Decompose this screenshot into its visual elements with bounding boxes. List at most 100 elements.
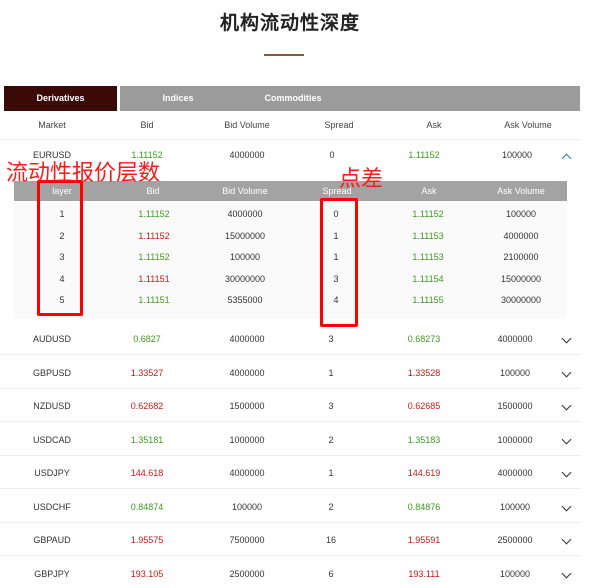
ask-volume-value: 100000 [499,568,531,579]
ask-volume-value: 2500000 [497,535,533,545]
ask-volume-value: 100000 [499,501,531,512]
market-name: USDJPY [34,468,70,478]
bid-volume-value: 1500000 [229,401,265,411]
bid-volume-value: 4000000 [229,367,265,378]
market-name: NZDUSD [33,401,71,411]
depth-col-ask: Ask [421,186,437,196]
ask-value: 144.619 [407,468,441,478]
depth-bid-volume: 4000000 [227,209,263,219]
chevron-down-icon[interactable] [561,467,572,478]
col-header-market: Market [38,120,66,130]
tab-indices[interactable]: Indices [120,86,236,111]
market-name: USDCHF [33,501,71,512]
depth-ask: 1.11154 [412,273,444,284]
col-header-bid: Bid [140,120,154,130]
depth-ask: 1.11153 [412,230,444,241]
spread-annotation-box [320,198,358,327]
ask-volume-value: 100000 [501,150,533,160]
spread-value: 16 [325,535,336,545]
chevron-down-icon[interactable] [561,400,572,411]
spread-value: 3 [328,334,334,344]
ask-value: 1.35183 [407,434,441,445]
market-name: GBPAUD [33,535,71,545]
bid-value: 144.618 [130,468,164,478]
depth-bid-volume: 15000000 [224,230,266,241]
spread-value: 0 [329,150,335,160]
ask-value: 0.84876 [407,501,441,512]
ask-value: 0.68273 [407,334,441,344]
layer-annotation-box [37,180,83,316]
bid-volume-value: 2500000 [229,568,265,579]
market-name: GBPUSD [32,367,71,378]
depth-bid: 1.11152 [138,230,170,241]
col-header-spread: Spread [324,120,354,130]
page-title: 机构流动性深度 [219,13,360,34]
tab-bar: Derivatives Indices Commodities [4,86,580,111]
spread-value: 2 [328,501,334,512]
chevron-down-icon[interactable] [561,434,572,444]
spread-value: 3 [328,401,334,411]
row-divider [0,354,580,355]
chevron-down-icon[interactable] [561,534,572,545]
row-divider [0,555,580,556]
bid-value: 193.105 [130,568,164,579]
depth-ask-volume: 100000 [505,209,537,219]
tab-commodities[interactable]: Commodities [235,86,351,111]
spread-value: 2 [328,434,334,445]
row-divider [0,488,580,489]
ask-volume-value: 1000000 [497,434,533,445]
bid-volume-value: 1000000 [229,434,265,445]
layer-annotation-label: 流动性报价层数 [6,161,161,186]
bid-value: 1.33527 [130,367,164,378]
bid-value: 0.6827 [133,334,161,344]
depth-col-bid-volume: Bid Volume [222,186,268,196]
bid-volume-value: 100000 [231,501,263,512]
ask-volume-value: 1500000 [497,401,533,411]
title-underline [264,54,304,56]
tab-derivatives[interactable]: Derivatives [4,86,117,111]
ask-volume-value: 4000000 [497,334,533,344]
depth-ask-volume: 4000000 [503,230,539,241]
depth-ask: 1.11152 [412,209,444,219]
chevron-down-icon[interactable] [561,568,572,578]
col-header-ask-volume: Ask Volume [504,120,552,130]
row-divider [0,387,580,389]
market-name: AUDUSD [32,334,71,344]
depth-col-ask-volume: Ask Volume [497,186,545,196]
header-divider [0,139,580,140]
depth-ask-volume: 30000000 [500,295,542,305]
ask-value: 193.111 [408,568,440,579]
ask-volume-value: 4000000 [497,468,533,478]
bid-volume-value: 4000000 [229,150,265,160]
bid-value: 0.84874 [130,501,164,512]
chevron-up-icon[interactable] [561,153,572,164]
bid-volume-value: 4000000 [229,334,265,344]
depth-bid: 1.11151 [138,295,170,305]
depth-bid-volume: 30000000 [224,273,266,284]
row-divider [0,521,580,523]
row-divider [0,454,580,456]
depth-bid-volume: 5355000 [227,295,263,305]
spread-value: 1 [328,367,334,378]
chevron-down-icon[interactable] [561,333,572,344]
ask-value: 0.62685 [407,401,441,411]
bid-value: 1.35181 [130,434,164,445]
market-name: GBPJPY [34,568,70,579]
bid-volume-value: 7500000 [229,535,265,545]
bid-value: 0.62682 [130,401,164,411]
chevron-down-icon[interactable] [561,367,572,377]
chevron-down-icon[interactable] [561,501,572,511]
row-divider [0,421,580,422]
ask-volume-value: 100000 [499,367,531,378]
spread-annotation-label: 点差 [339,167,384,192]
ask-value: 1.11152 [408,150,440,160]
ask-value: 1.33528 [407,367,441,378]
depth-ask: 1.11155 [412,295,444,305]
depth-ask-volume: 15000000 [500,273,542,284]
ask-value: 1.95591 [407,535,441,545]
depth-ask: 1.11153 [412,252,444,262]
tab-bar-filler [351,86,580,111]
depth-ask-volume: 2100000 [503,252,539,262]
bid-value: 1.95575 [130,535,164,545]
depth-bid: 1.11151 [138,273,170,284]
